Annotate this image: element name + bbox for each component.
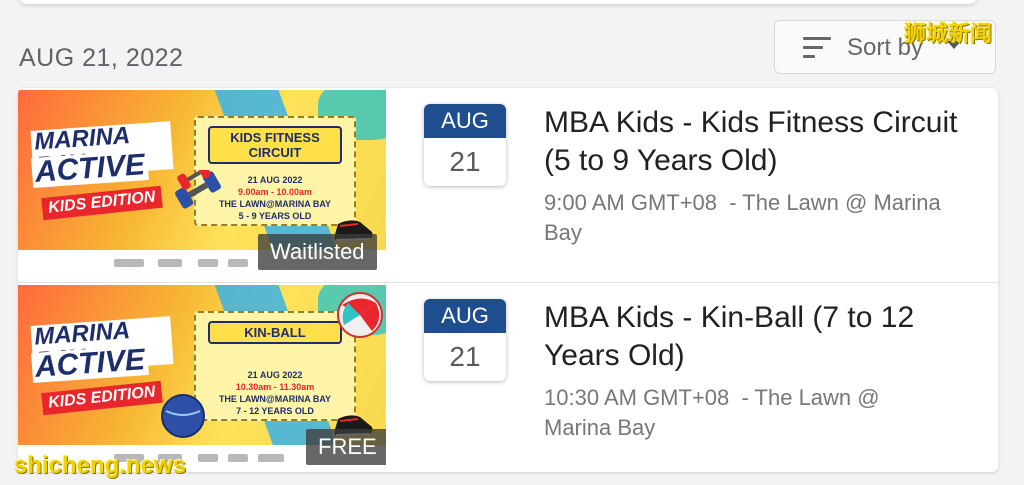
event-list: MARINA BAY ACTIVE KIDS EDITION KIDS FITN… [18,88,998,472]
calendar-month: AUG [424,104,506,138]
dumbbell-icon [175,170,221,209]
calendar-day: 21 [449,146,481,177]
banner-poster-title: KIN-BALL [208,321,342,344]
calendar-day: 21 [449,341,481,372]
date-group-header: AUG 21, 2022 [19,44,184,72]
site-watermark: shicheng.news [14,452,187,479]
event-title[interactable]: MBA Kids - Kids Fitness Circuit (5 to 9 … [544,104,974,180]
kin-ball-icon [337,292,383,338]
banner-poster-title: KIDS FITNESS CIRCUIT [208,126,342,164]
banner-time: 10.30am - 11.30am [235,382,315,392]
site-watermark: 狮城新闻 [904,22,993,47]
event-meta: 10:30 AM GMT+08 - The Lawn @ Marina Bay [544,383,944,443]
calendar-date-chip: AUG 21 [424,299,506,381]
sort-lines-icon [803,37,833,59]
banner-venue: THE LAWN@MARINA BAY [218,394,332,404]
calendar-date-chip: AUG 21 [424,104,506,186]
event-card[interactable]: MARINA BAY ACTIVE KIDS EDITION KIN-BALL … [18,283,998,472]
banner-poster: KIN-BALL 21 AUG 2022 10.30am - 11.30am T… [194,311,356,421]
calendar-month: AUG [424,299,506,333]
event-time: 9:00 AM GMT+08 [544,190,718,215]
previous-card-edge [18,0,978,4]
event-banner-image: MARINA BAY ACTIVE KIDS EDITION KIDS FITN… [18,90,386,276]
price-badge: FREE [306,429,386,465]
banner-date: 21 AUG 2022 [247,370,303,380]
event-time: 10:30 AM GMT+08 [544,385,730,410]
event-title[interactable]: MBA Kids - Kin-Ball (7 to 12 Years Old) [544,299,974,375]
status-badge: Waitlisted [258,234,377,270]
marina-bay-active-logo: MARINA BAY ACTIVE KIDS EDITION [30,121,174,236]
event-meta: 9:00 AM GMT+08 - The Lawn @ Marina Bay [544,188,944,248]
event-banner-image: MARINA BAY ACTIVE KIDS EDITION KIN-BALL … [18,285,386,471]
event-card[interactable]: MARINA BAY ACTIVE KIDS EDITION KIDS FITN… [18,88,998,283]
marina-bay-active-logo: MARINA BAY ACTIVE KIDS EDITION [30,316,174,431]
ball-icon [161,394,205,438]
